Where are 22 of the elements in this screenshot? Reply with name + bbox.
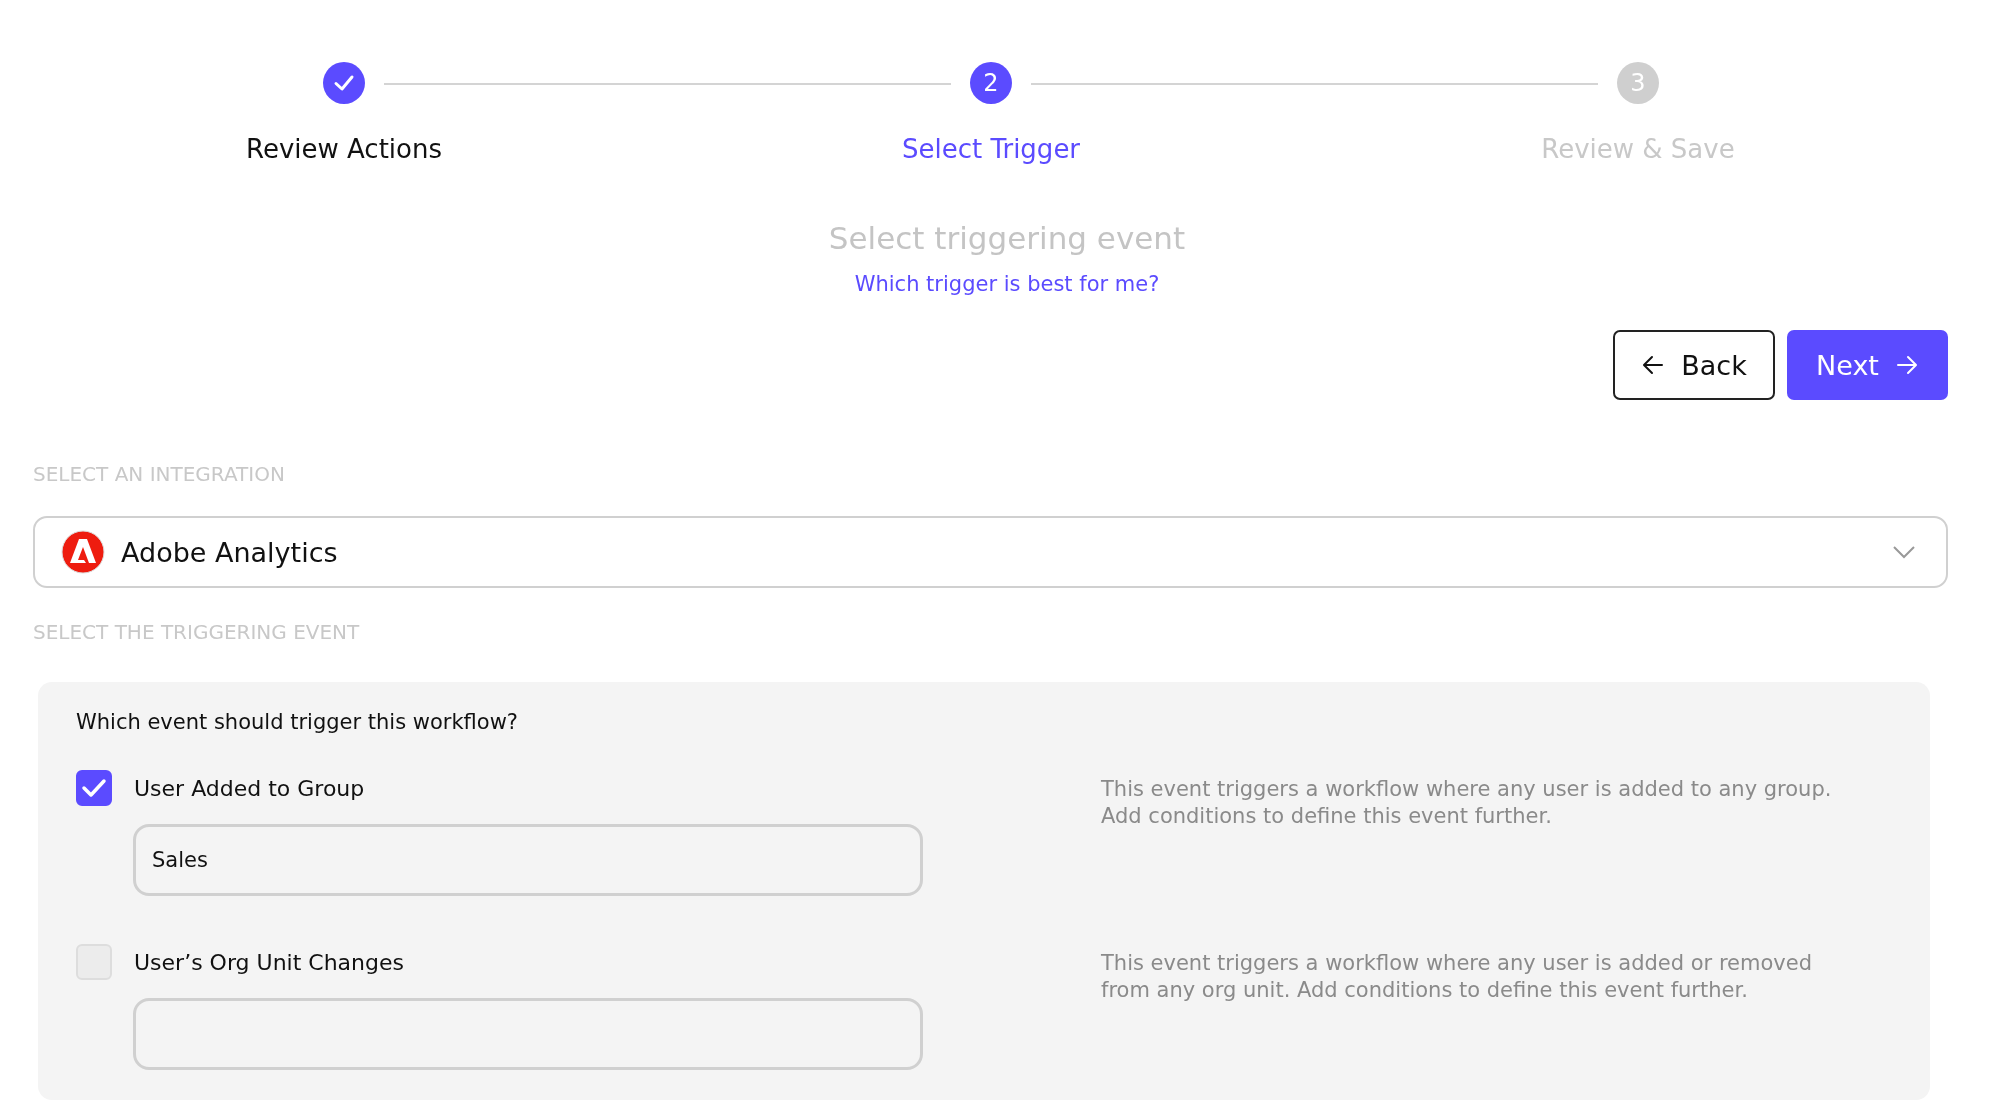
dropdown-value: Adobe Analytics — [121, 536, 339, 568]
integration-dropdown[interactable]: Adobe Analytics — [33, 516, 1948, 588]
step-label[interactable]: Review Actions — [246, 134, 442, 164]
next-button[interactable]: Next — [1787, 330, 1948, 400]
arrow-right-icon — [1894, 353, 1919, 377]
back-button[interactable]: Back — [1613, 330, 1775, 400]
event-description: This event triggers a workflow where any user is added to any group. Add conditions to define this event further. — [1101, 776, 1832, 831]
arrow-left-icon — [1641, 353, 1666, 377]
checkmark-icon — [80, 776, 108, 800]
event-label: User’s Org Unit Changes — [134, 949, 404, 975]
help-link[interactable]: Which trigger is best for me? — [854, 272, 1160, 296]
integration-logo-icon — [61, 530, 105, 574]
step-label[interactable]: Select Trigger — [901, 134, 1081, 164]
checkbox[interactable] — [76, 770, 112, 806]
event-label: User Added to Group — [134, 775, 365, 801]
step-number: 2 — [970, 62, 1012, 104]
event-description: This event triggers a workflow where any user is added or removed from any org unit. Add conditions to define this event further. — [1101, 950, 1812, 1005]
chevron-down-icon — [1892, 545, 1916, 559]
input-field[interactable] — [133, 998, 923, 1070]
page-title: Select triggering event — [828, 220, 1186, 256]
input-field[interactable]: Sales — [133, 824, 923, 896]
question-text: Which event should trigger this workflow? — [76, 710, 519, 734]
